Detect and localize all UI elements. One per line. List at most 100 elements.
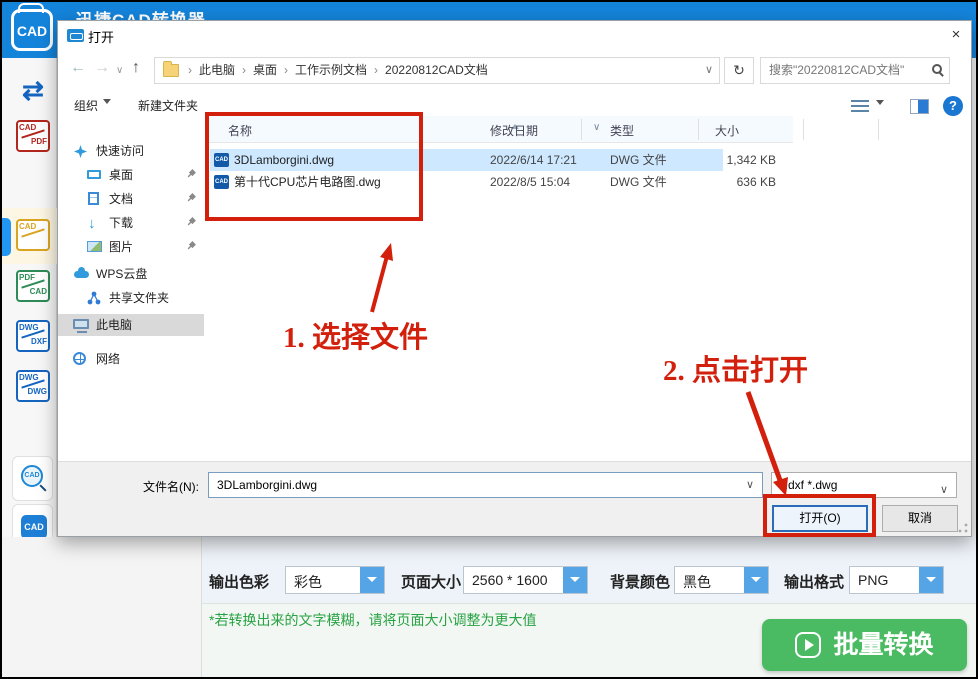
annotation-rect-files <box>205 112 423 221</box>
history-chevron-icon[interactable]: ∨ <box>116 65 123 76</box>
nav-pictures[interactable]: 图片 <box>58 236 204 258</box>
cancel-button[interactable]: 取消 <box>882 505 958 532</box>
filetype-value: *.dxf *.dwg <box>780 478 837 492</box>
breadcrumb-this-pc[interactable]: 此电脑 <box>181 58 235 83</box>
search-box[interactable] <box>760 57 950 84</box>
nav-label: 网络 <box>96 348 120 370</box>
pdf-to-cad-icon[interactable]: PDF CAD <box>16 270 50 302</box>
nav-desktop[interactable]: 桌面 <box>58 164 204 186</box>
forward-icon: → <box>94 59 110 77</box>
annotation-step2: 2. 点击打开 <box>663 347 808 389</box>
combo-chevron-icon[interactable]: ∨ <box>746 478 754 491</box>
up-icon[interactable]: ↑ <box>132 59 140 77</box>
nav-shared-folder[interactable]: 共享文件夹 <box>58 287 204 309</box>
sidebar-selected-indicator <box>2 218 11 256</box>
breadcrumb[interactable]: 此电脑桌面工作示例文档20220812CAD文档 ∨ <box>154 57 720 84</box>
filter-chevron-icon[interactable]: ∨ <box>593 122 600 133</box>
breadcrumb-work-docs[interactable]: 工作示例文档 <box>277 58 367 83</box>
column-size[interactable]: 大小 <box>715 122 739 139</box>
nav-label: 图片 <box>109 236 133 258</box>
nav-label: 下载 <box>109 212 133 234</box>
breadcrumb-chevron-icon[interactable]: ∨ <box>705 58 713 83</box>
column-type[interactable]: 类型 <box>610 122 634 139</box>
nav-this-pc[interactable]: 此电脑 <box>58 314 204 336</box>
dropdown-arrow-icon[interactable] <box>744 567 768 593</box>
dialog-nav-pane: 快速访问 桌面 文档 ↓ 下载 图片 <box>58 118 204 458</box>
output-format-select[interactable]: PNG <box>849 566 944 594</box>
nav-label: 共享文件夹 <box>109 287 169 309</box>
refresh-icon[interactable]: ↻ <box>724 57 754 84</box>
nav-network[interactable]: 网络 <box>58 348 204 370</box>
output-format-value: PNG <box>858 572 888 588</box>
combo-chevron-icon[interactable]: ∨ <box>940 478 948 502</box>
help-icon[interactable]: ? <box>943 96 963 116</box>
network-icon <box>73 352 86 365</box>
nav-quick-access[interactable]: 快速访问 <box>58 140 204 162</box>
file-size: 1,342 KB <box>638 149 776 171</box>
preview-pane-icon[interactable] <box>910 99 929 114</box>
computer-icon <box>77 331 87 333</box>
organize-label: 组织 <box>74 99 98 113</box>
nav-label: 此电脑 <box>96 314 132 336</box>
desktop-icon <box>87 170 101 179</box>
output-color-label: 输出色彩 <box>209 571 269 592</box>
dwg-version-icon[interactable]: DWG DWG <box>16 370 50 402</box>
filename-label: 文件名(N): <box>143 478 199 495</box>
batch-convert-button[interactable]: 批量转换 <box>762 619 967 671</box>
annotation-step1: 1. 选择文件 <box>283 314 428 356</box>
icon-label: DWG <box>19 388 47 396</box>
organize-menu[interactable]: 组织 <box>74 97 111 114</box>
resize-grip[interactable] <box>958 523 968 533</box>
cad-transfer-icon[interactable]: ⇄ <box>16 74 50 108</box>
pin-icon <box>186 217 196 227</box>
icon-label: CAD <box>19 288 47 296</box>
list-view-icon[interactable] <box>851 100 869 113</box>
nav-documents[interactable]: 文档 <box>58 188 204 210</box>
column-date[interactable]: 修改日期 <box>490 122 538 139</box>
page-size-select[interactable]: 2560 * 1600 <box>463 566 588 594</box>
search-input[interactable] <box>767 61 922 77</box>
breadcrumb-desktop[interactable]: 桌面 <box>235 58 277 83</box>
share-icon <box>87 291 101 305</box>
cad-editor-icon: CAD <box>21 515 47 539</box>
dialog-title-icon <box>67 29 84 42</box>
back-icon[interactable]: ← <box>70 59 86 77</box>
breadcrumb-cad-folder[interactable]: 20220812CAD文档 <box>367 58 488 83</box>
play-icon <box>795 632 821 658</box>
bg-color-select[interactable]: 黑色 <box>674 566 769 594</box>
dropdown-arrow-icon[interactable] <box>563 567 587 593</box>
file-date: 2022/6/14 17:21 <box>490 149 577 171</box>
view-options-arrow-icon[interactable] <box>876 100 884 114</box>
dwg-to-dxf-icon[interactable]: DWG DXF <box>16 320 50 352</box>
open-dialog: 打开 × ← → ∨ ↑ 此电脑桌面工作示例文档20220812CAD文档 ∨ … <box>57 20 972 537</box>
file-list-panel <box>2 537 202 679</box>
search-icon[interactable] <box>932 64 942 74</box>
dropdown-arrow-icon[interactable] <box>919 567 943 593</box>
nav-downloads[interactable]: ↓ 下载 <box>58 212 204 234</box>
annotation-rect-open <box>763 494 876 537</box>
new-folder-button[interactable]: 新建文件夹 <box>138 97 198 114</box>
pin-icon <box>186 241 196 251</box>
output-color-select[interactable]: 彩色 <box>285 566 385 594</box>
close-icon[interactable]: × <box>942 23 970 47</box>
filename-input[interactable] <box>215 477 725 493</box>
dropdown-arrow-icon[interactable] <box>360 567 384 593</box>
menu-arrow-icon <box>103 99 111 108</box>
app-logo-icon: CAD <box>11 9 53 51</box>
cad-to-image-icon[interactable]: CAD <box>16 219 50 251</box>
pictures-icon <box>87 241 102 252</box>
nav-label: WPS云盘 <box>96 263 147 285</box>
computer-icon <box>73 319 89 329</box>
cad-to-pdf-icon[interactable]: CAD PDF <box>16 120 50 152</box>
page-size-label: 页面大小 <box>401 571 461 592</box>
cad-viewer-button[interactable]: CAD <box>12 456 53 501</box>
pin-icon <box>186 193 196 203</box>
bg-color-label: 背景颜色 <box>610 571 670 592</box>
file-date: 2022/8/5 15:04 <box>490 171 570 193</box>
filename-combobox[interactable]: ∨ <box>208 472 763 498</box>
batch-convert-label: 批量转换 <box>833 631 933 659</box>
star-icon <box>74 145 87 158</box>
nav-wps-cloud[interactable]: WPS云盘 <box>58 263 204 285</box>
nav-label: 快速访问 <box>96 140 144 162</box>
document-icon <box>88 192 99 205</box>
